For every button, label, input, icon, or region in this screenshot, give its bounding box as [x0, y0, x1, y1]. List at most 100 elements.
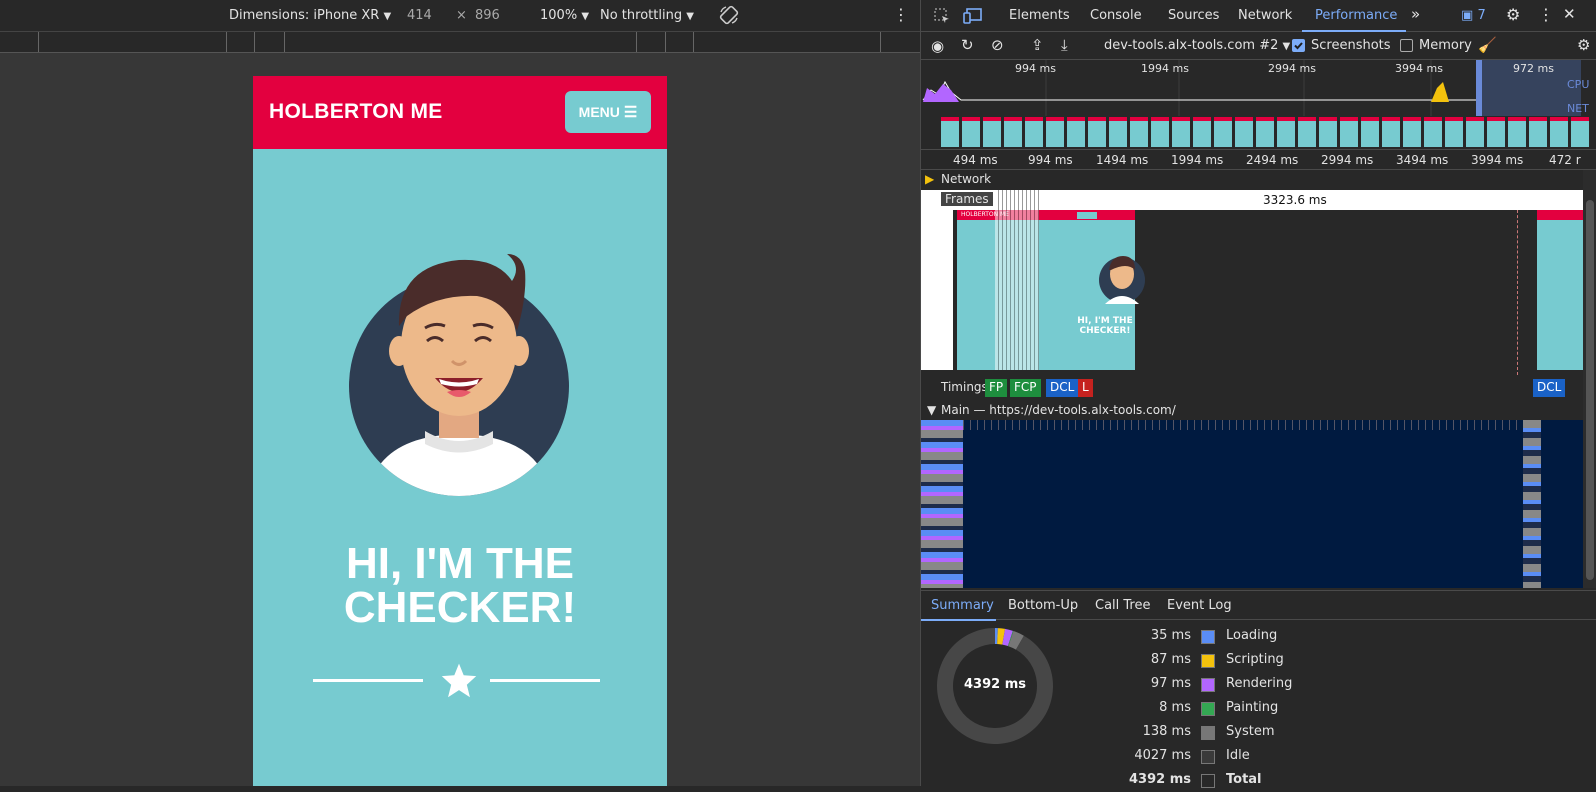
- summary-label: Rendering: [1226, 676, 1293, 691]
- main-thread-header[interactable]: ▼ Main — https://dev-tools.alx-tools.com…: [921, 402, 1583, 420]
- rotate-icon[interactable]: [718, 4, 740, 30]
- site-brand[interactable]: HOLBERTON ME: [269, 100, 443, 124]
- load-marker[interactable]: L: [1078, 379, 1093, 397]
- menu-label: MENU: [578, 104, 620, 120]
- summary-panel: 4392 ms 35 ms Loading 87 ms Scripting 97 ms R…: [921, 620, 1596, 788]
- timeline-overview[interactable]: 994 ms 1994 ms 2994 ms 3994 ms 972 ms CP…: [921, 60, 1596, 150]
- tab-elements[interactable]: Elements: [1009, 8, 1070, 23]
- tab-console[interactable]: Console: [1090, 8, 1142, 23]
- ruler-tick: 2994 ms: [1321, 153, 1374, 167]
- inspect-element-icon[interactable]: [933, 7, 951, 29]
- main-thread-label: Main — https://dev-tools.alx-tools.com/: [941, 403, 1176, 417]
- overview-screenshot-thumb: [1046, 117, 1064, 147]
- tab-bottom-up[interactable]: Bottom-Up: [1008, 598, 1078, 613]
- close-icon[interactable]: ✕: [1563, 5, 1576, 23]
- overview-screenshot-thumb: [1109, 117, 1127, 147]
- summary-label: Scripting: [1226, 652, 1284, 667]
- site-header: HOLBERTON ME MENU ☰: [253, 76, 667, 149]
- frame-duration: 3323.6 ms: [1263, 193, 1327, 207]
- timeline-scrollbar[interactable]: [1583, 170, 1596, 588]
- more-options-icon[interactable]: ⋮: [893, 5, 909, 24]
- height-input[interactable]: 896: [475, 8, 500, 23]
- device-toggle-icon[interactable]: [963, 7, 983, 29]
- avatar: [349, 254, 569, 496]
- record-icon[interactable]: ◉: [931, 37, 944, 55]
- emulated-page: HOLBERTON ME MENU ☰ HI, I'M THE CHECKER!: [253, 76, 667, 786]
- memory-checkbox[interactable]: [1400, 39, 1413, 52]
- throttling-dropdown[interactable]: No throttling ▼: [600, 8, 694, 23]
- ruler-tick: 1494 ms: [1096, 153, 1149, 167]
- tab-summary[interactable]: Summary: [931, 598, 994, 613]
- settings-icon[interactable]: ⚙: [1506, 5, 1520, 24]
- main-thread-flamechart[interactable]: [921, 420, 1583, 588]
- summary-value: 4392 ms: [1129, 772, 1191, 787]
- more-tabs-icon[interactable]: »: [1411, 5, 1420, 23]
- overview-screenshot-thumb: [1298, 117, 1316, 147]
- recording-target-label: dev-tools.alx-tools.com #2: [1104, 38, 1279, 53]
- summary-label: Total: [1226, 772, 1262, 787]
- screenshots-checkbox[interactable]: [1292, 39, 1305, 52]
- capture-settings-icon[interactable]: ⚙: [1577, 36, 1590, 54]
- issues-button[interactable]: ▣ 7: [1461, 8, 1486, 23]
- throttling-label: No throttling: [600, 8, 683, 23]
- timings-label: Timings: [941, 380, 988, 394]
- overview-tick: 994 ms: [1015, 62, 1056, 75]
- dcl-marker[interactable]: DCL: [1533, 379, 1566, 397]
- summary-value: 4027 ms: [1134, 748, 1191, 763]
- ruler-tick: 494 ms: [953, 153, 998, 167]
- menu-button[interactable]: MENU ☰: [565, 91, 651, 133]
- overview-screenshot-thumb: [1088, 117, 1106, 147]
- width-input[interactable]: 414: [407, 8, 432, 23]
- summary-value: 87 ms: [1150, 652, 1191, 667]
- overview-screenshot-thumb: [1130, 117, 1148, 147]
- overview-screenshot-thumb: [1340, 117, 1358, 147]
- divider-left: [313, 679, 423, 682]
- screenshots-label: Screenshots: [1311, 38, 1391, 53]
- dcl-marker[interactable]: DCL: [1046, 379, 1079, 397]
- summary-row-rendering: 97 ms Rendering: [1071, 676, 1371, 696]
- summary-label: Painting: [1226, 700, 1279, 715]
- overview-screenshot-thumb: [1172, 117, 1190, 147]
- hero-line-2: CHECKER!: [343, 583, 577, 632]
- frames-track-label[interactable]: Frames: [941, 192, 993, 206]
- network-track-label[interactable]: Network: [941, 172, 991, 186]
- star-icon: [441, 663, 477, 698]
- frame-screenshot[interactable]: HOLBERTON ME HI, I'M THE CHECKER!: [957, 210, 1145, 370]
- summary-row-total: 4392 ms Total: [1071, 772, 1371, 792]
- frames-bar[interactable]: 3323.6 ms: [921, 190, 1583, 210]
- devtools-tabbar: Elements Console Sources Network Perform…: [921, 0, 1596, 32]
- overview-tick: 3994 ms: [1395, 62, 1443, 75]
- reload-record-icon[interactable]: ↻: [961, 36, 974, 54]
- garbage-collect-icon[interactable]: 🧹: [1478, 36, 1497, 54]
- collapse-icon[interactable]: ▼: [927, 403, 936, 417]
- dimensions-dropdown[interactable]: Dimensions: iPhone XR ▼: [229, 8, 391, 23]
- issues-count: 7: [1477, 8, 1486, 23]
- download-icon[interactable]: ⤓: [1061, 36, 1068, 54]
- summary-label: System: [1226, 724, 1275, 739]
- overview-screenshot-thumb: [1445, 117, 1463, 147]
- frame-screenshot[interactable]: [1537, 210, 1583, 370]
- expand-icon[interactable]: ▶: [925, 172, 934, 186]
- recording-target-select[interactable]: dev-tools.alx-tools.com #2 ▼: [1104, 38, 1290, 53]
- clear-icon[interactable]: ⊘: [991, 36, 1004, 54]
- tab-performance[interactable]: Performance: [1315, 8, 1397, 23]
- overview-screenshot-thumb: [983, 117, 1001, 147]
- more-options-icon[interactable]: ⋮: [1538, 5, 1554, 24]
- tab-event-log[interactable]: Event Log: [1167, 598, 1232, 613]
- overview-screenshot-thumb: [1487, 117, 1505, 147]
- devtools-panel: Elements Console Sources Network Perform…: [920, 0, 1596, 788]
- tab-call-tree[interactable]: Call Tree: [1095, 598, 1151, 613]
- summary-row-system: 138 ms System: [1071, 724, 1371, 744]
- zoom-dropdown[interactable]: 100% ▼: [540, 8, 589, 23]
- overview-screenshot-thumb: [941, 117, 959, 147]
- tab-sources[interactable]: Sources: [1168, 8, 1219, 23]
- overview-tick: 2994 ms: [1268, 62, 1316, 75]
- fcp-marker[interactable]: FCP: [1010, 379, 1041, 397]
- net-label: NET: [1567, 102, 1589, 115]
- fp-marker[interactable]: FP: [985, 379, 1008, 397]
- hamburger-icon: ☰: [623, 104, 638, 121]
- tab-network[interactable]: Network: [1238, 8, 1292, 23]
- device-emulation-area: Dimensions: iPhone XR ▼ 414 × 896 100% ▼…: [0, 0, 920, 786]
- upload-icon[interactable]: ⇪: [1031, 36, 1044, 54]
- chevron-down-icon: ▼: [686, 11, 694, 22]
